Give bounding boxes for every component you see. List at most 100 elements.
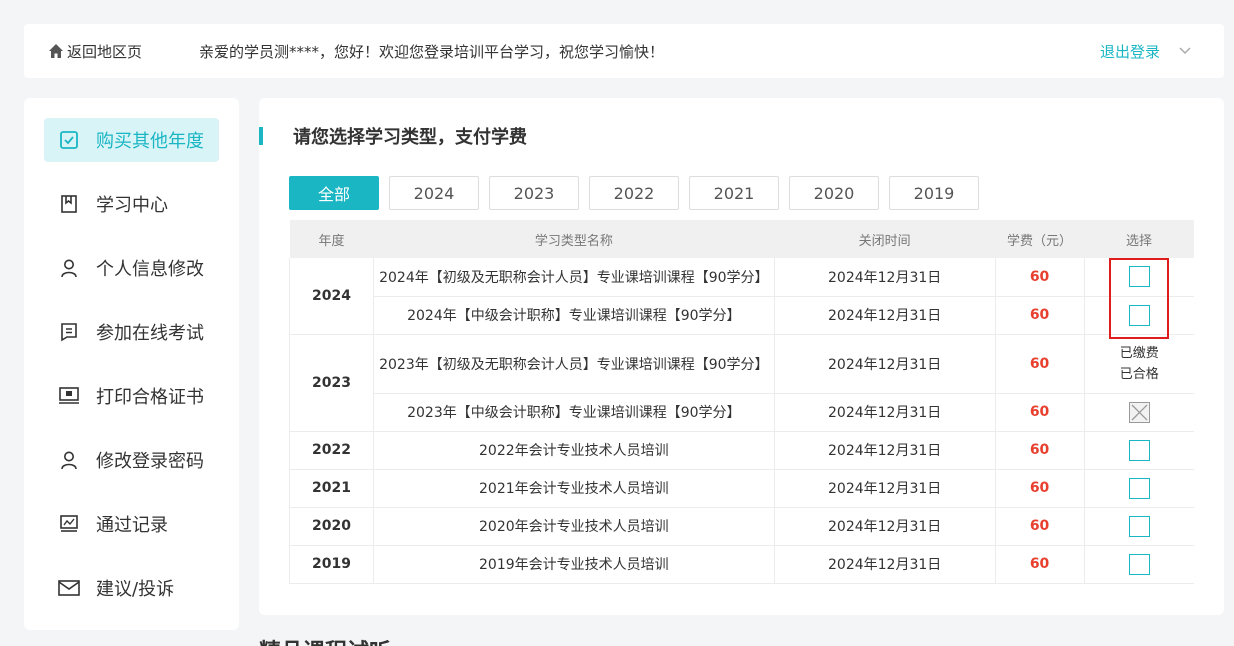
- fee-value: 60: [995, 545, 1085, 584]
- select-cell: [1084, 258, 1194, 297]
- select-checkbox[interactable]: [1128, 266, 1150, 288]
- fee-value: 60: [995, 431, 1085, 470]
- course-name: 2023年【初级及无职称会计人员】专业课培训课程【90学分】: [373, 334, 775, 394]
- sidebar-item-label: 建议/投诉: [96, 579, 175, 600]
- close-date: 2024年12月31日: [774, 431, 996, 470]
- paid-status: 已缴费: [1119, 345, 1159, 361]
- sidebar-item-change-password[interactable]: 修改登录密码: [44, 438, 219, 482]
- user-icon: [58, 449, 80, 471]
- passed-status: 已合格: [1119, 366, 1159, 382]
- sidebar-item-label: 参加在线考试: [96, 323, 204, 344]
- exam-icon: [58, 321, 80, 343]
- page-title: 请您选择学习类型，支付学费: [293, 127, 527, 148]
- tab-2019[interactable]: 2019: [889, 176, 979, 210]
- select-cell: [1084, 431, 1194, 470]
- course-name: 2024年【中级会计职称】专业课培训课程【90学分】: [373, 296, 775, 335]
- tab-2022[interactable]: 2022: [589, 176, 679, 210]
- main-panel: 请您选择学习类型，支付学费 全部 2024 2023 2022 2021 202…: [259, 98, 1224, 615]
- sidebar-item-online-exam[interactable]: 参加在线考试: [44, 310, 219, 354]
- logout-link[interactable]: 退出登录: [1100, 41, 1160, 62]
- tab-2020[interactable]: 2020: [789, 176, 879, 210]
- top-bar: 返回地区页 亲爱的学员测****，您好！欢迎您登录培训平台学习，祝您学习愉快！ …: [24, 24, 1224, 78]
- table-row: 2021 2021年会计专业技术人员培训 2024年12月31日 60: [289, 469, 1194, 508]
- sidebar-item-label: 购买其他年度: [96, 131, 204, 152]
- sidebar-item-pass-records[interactable]: 通过记录: [44, 502, 219, 546]
- course-name: 2022年会计专业技术人员培训: [373, 431, 775, 470]
- select-checkbox[interactable]: [1128, 304, 1150, 326]
- sidebar-item-study-center[interactable]: 学习中心: [44, 182, 219, 226]
- select-cell: [1084, 393, 1194, 432]
- home-icon: [49, 44, 63, 58]
- bookmark-icon: [58, 193, 80, 215]
- close-date: 2024年12月31日: [774, 258, 996, 297]
- mail-icon: [58, 577, 80, 599]
- year-cell: 2021: [289, 469, 374, 508]
- table-header: 年度 学习类型名称 关闭时间 学费（元） 选择: [289, 220, 1194, 258]
- table-row: 2022 2022年会计专业技术人员培训 2024年12月31日 60: [289, 431, 1194, 470]
- chart-icon: [58, 513, 80, 535]
- close-date: 2024年12月31日: [774, 296, 996, 335]
- select-checkbox[interactable]: [1128, 553, 1150, 575]
- sidebar-item-label: 个人信息修改: [96, 259, 204, 280]
- table-row: 2023 2023年【初级及无职称会计人员】专业课培训课程【90学分】 2024…: [289, 334, 1194, 432]
- course-table: 年度 学习类型名称 关闭时间 学费（元） 选择 2024 2024年【初级及无职…: [289, 220, 1194, 584]
- disabled-checkbox-icon: [1128, 401, 1150, 423]
- table-row: 2019 2019年会计专业技术人员培训 2024年12月31日 60: [289, 545, 1194, 584]
- close-date: 2024年12月31日: [774, 393, 996, 432]
- sidebar-item-feedback[interactable]: 建议/投诉: [44, 566, 219, 610]
- header-name: 学习类型名称: [373, 220, 775, 258]
- header-fee: 学费（元）: [995, 220, 1085, 258]
- sidebar-item-print-certificate[interactable]: 打印合格证书: [44, 374, 219, 418]
- header-year: 年度: [289, 220, 374, 258]
- course-preview-title: 精品课程试听: [259, 634, 391, 646]
- sidebar-item-profile[interactable]: 个人信息修改: [44, 246, 219, 290]
- select-cell: [1084, 545, 1194, 584]
- checkbox-icon: [58, 129, 80, 151]
- course-name: 2020年会计专业技术人员培训: [373, 507, 775, 546]
- user-icon: [58, 257, 80, 279]
- table-row: 2024 2024年【初级及无职称会计人员】专业课培训课程【90学分】 2024…: [289, 258, 1194, 335]
- year-cell: 2024: [289, 258, 374, 335]
- course-name: 2021年会计专业技术人员培训: [373, 469, 775, 508]
- sidebar: 购买其他年度 学习中心 个人信息修改 参加在线考试 打印合格证书 修改登录密码 …: [24, 98, 239, 630]
- tab-2023[interactable]: 2023: [489, 176, 579, 210]
- sidebar-item-buy-other-year[interactable]: 购买其他年度: [44, 118, 219, 162]
- tab-2021[interactable]: 2021: [689, 176, 779, 210]
- back-label: 返回地区页: [67, 42, 143, 61]
- year-cell: 2019: [289, 545, 374, 584]
- fee-value: 60: [995, 334, 1085, 394]
- header-close-time: 关闭时间: [774, 220, 996, 258]
- course-name: 2023年【中级会计职称】专业课培训课程【90学分】: [373, 393, 775, 432]
- close-date: 2024年12月31日: [774, 469, 996, 508]
- sidebar-item-label: 修改登录密码: [96, 451, 204, 472]
- tab-2024[interactable]: 2024: [389, 176, 479, 210]
- back-to-region-link[interactable]: 返回地区页: [48, 41, 142, 62]
- close-date: 2024年12月31日: [774, 334, 996, 394]
- close-date: 2024年12月31日: [774, 507, 996, 546]
- fee-value: 60: [995, 507, 1085, 546]
- certificate-icon: [58, 385, 80, 407]
- table-row: 2023年【中级会计职称】专业课培训课程【90学分】 2024年12月31日 6…: [290, 393, 1194, 432]
- year-cell: 2020: [289, 507, 374, 546]
- fee-value: 60: [995, 258, 1085, 297]
- chevron-down-icon[interactable]: [1178, 44, 1192, 58]
- course-name: 2024年【初级及无职称会计人员】专业课培训课程【90学分】: [373, 258, 775, 297]
- fee-value: 60: [995, 393, 1085, 432]
- section-title-bar: [259, 127, 263, 145]
- sidebar-item-label: 通过记录: [96, 515, 168, 536]
- fee-value: 60: [995, 469, 1085, 508]
- table-row: 2024年【中级会计职称】专业课培训课程【90学分】 2024年12月31日 6…: [290, 296, 1194, 335]
- tab-all[interactable]: 全部: [289, 176, 379, 210]
- select-cell: [1084, 507, 1194, 546]
- select-cell: [1084, 296, 1194, 335]
- select-checkbox[interactable]: [1128, 477, 1150, 499]
- select-checkbox[interactable]: [1128, 515, 1150, 537]
- table-row: 2020 2020年会计专业技术人员培训 2024年12月31日 60: [289, 507, 1194, 546]
- sidebar-item-label: 打印合格证书: [96, 387, 204, 408]
- year-tabs: 全部 2024 2023 2022 2021 2020 2019: [289, 176, 989, 210]
- year-cell: 2022: [289, 431, 374, 470]
- select-cell: [1084, 469, 1194, 508]
- sidebar-item-label: 学习中心: [96, 195, 168, 216]
- select-checkbox[interactable]: [1128, 439, 1150, 461]
- section-title: 请您选择学习类型，支付学费: [259, 126, 527, 148]
